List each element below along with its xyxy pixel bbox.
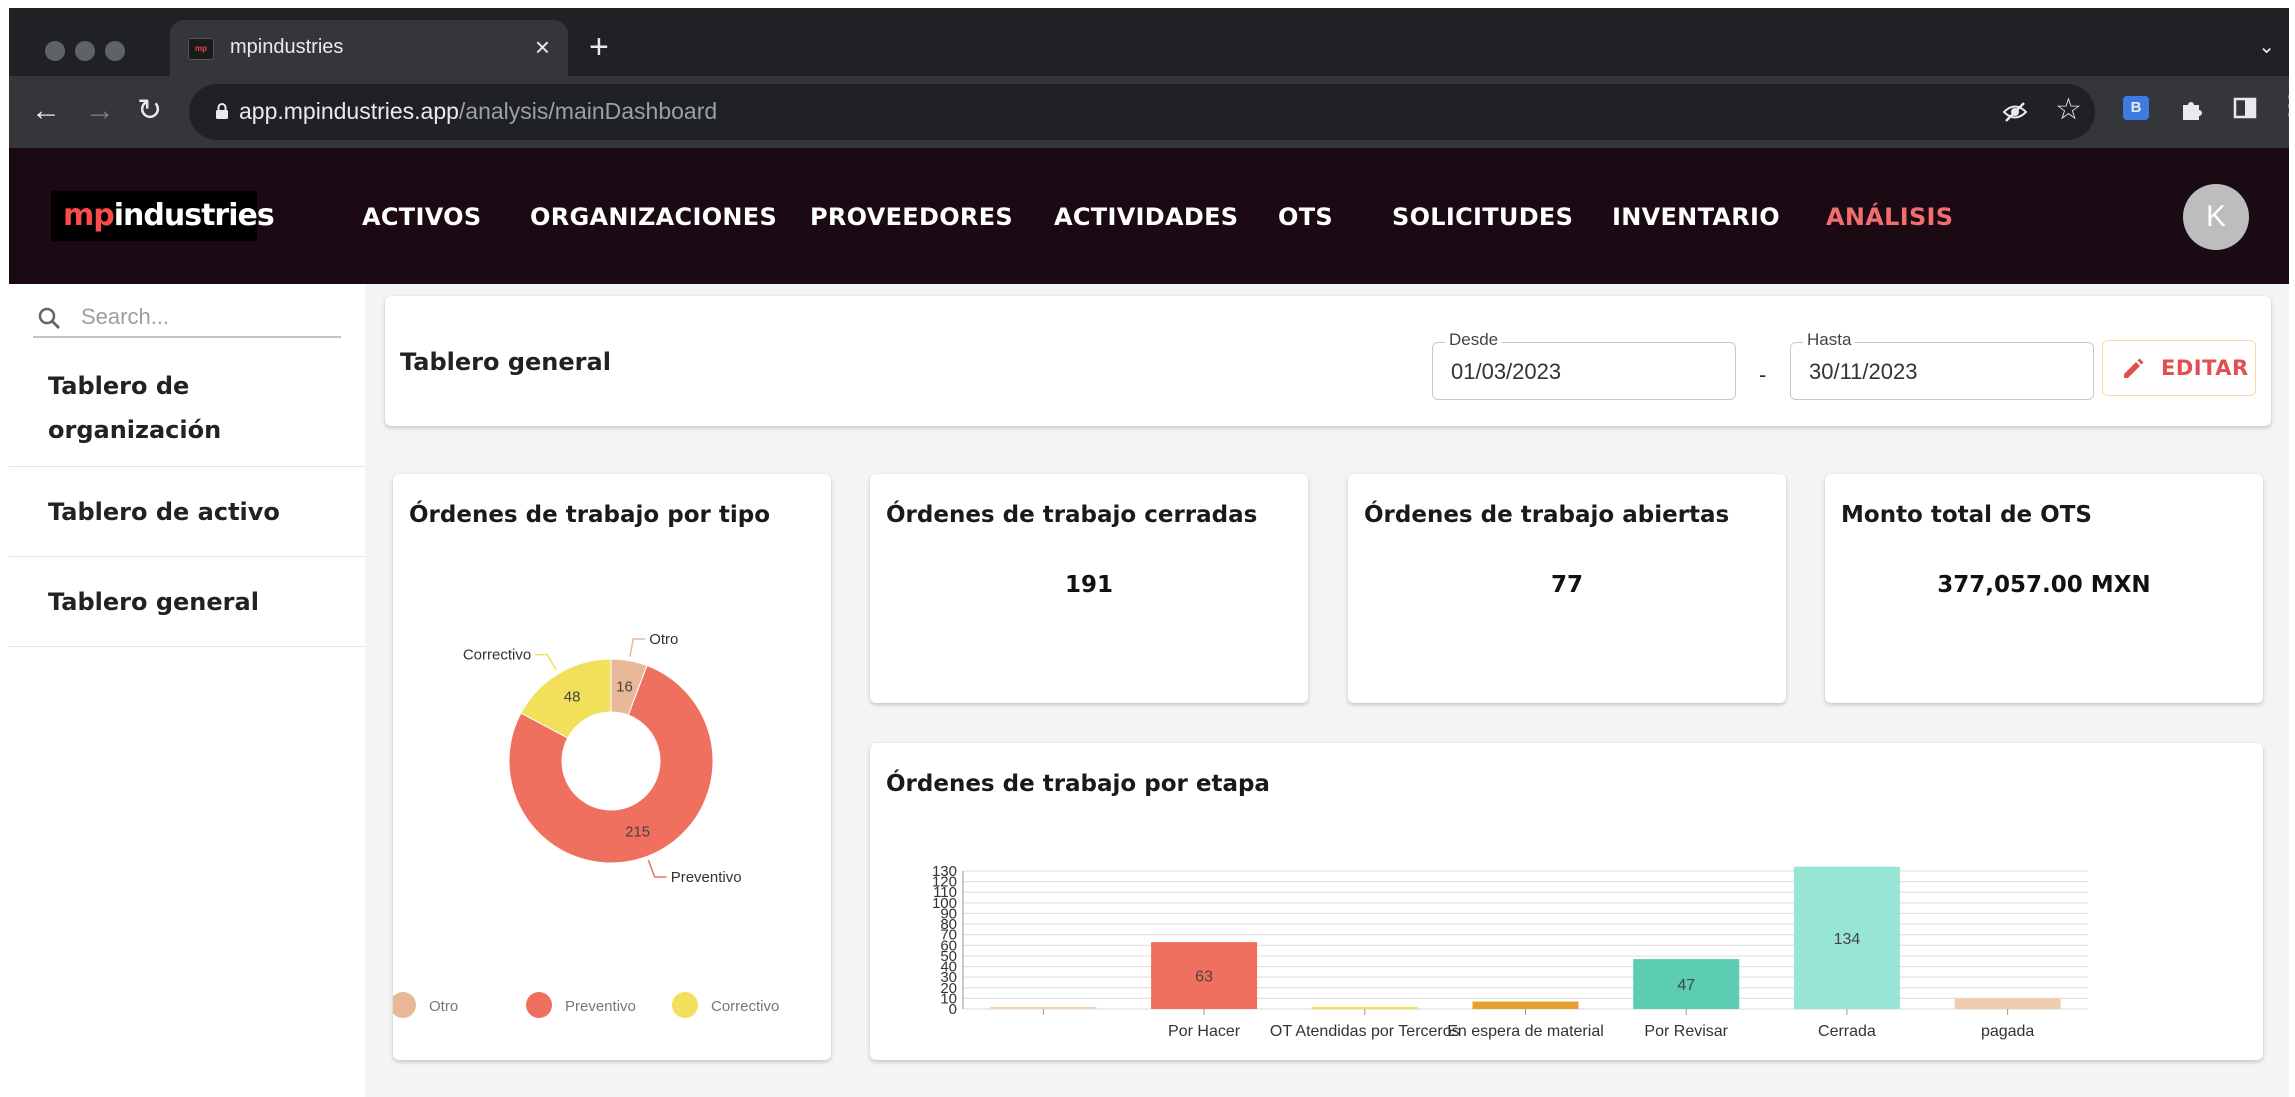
- bar[interactable]: [1472, 1001, 1579, 1009]
- pencil-icon: [2124, 358, 2144, 378]
- menu-inventario[interactable]: INVENTARIO: [1612, 203, 1780, 231]
- desde-value: 01/03/2023: [1451, 359, 1562, 384]
- pie-value-label: 16: [616, 679, 633, 696]
- favicon-icon: mp: [188, 38, 214, 60]
- date-separator: -: [1759, 362, 1767, 387]
- pie-chart: 16 Otro 215 Preventivo 48 Correctivo Otro Preve…: [393, 631, 779, 1018]
- edit-button[interactable]: EDITAR: [2102, 340, 2256, 396]
- x-tick-label: En espera de material: [1447, 1023, 1604, 1040]
- sidebar-item-label: Tablero de: [48, 372, 190, 400]
- tab-title: mpindustries: [230, 36, 344, 58]
- chart-card-por-tipo: Órdenes de trabajo por tipo 16 Otro 215 Pre…: [393, 474, 831, 1060]
- bar-value-label: 134: [1834, 931, 1861, 948]
- sidebar-item-tablero-activo[interactable]: Tablero de activo: [9, 467, 365, 557]
- pie-value-label: 215: [625, 824, 650, 841]
- window-minimize-button[interactable]: [75, 41, 95, 61]
- menu-ots[interactable]: OTS: [1278, 203, 1333, 231]
- close-tab-icon[interactable]: ×: [535, 32, 550, 63]
- brand-logo[interactable]: mpindustries: [51, 191, 275, 241]
- pie-name-label: Correctivo: [463, 647, 531, 664]
- kpi-card-cerradas: Órdenes de trabajo cerradas 191: [870, 474, 1308, 703]
- menu-actividades[interactable]: ACTIVIDADES: [1054, 203, 1238, 231]
- back-arrow-icon[interactable]: ←: [31, 94, 61, 128]
- kpi-value: 377,057.00 MXN: [1937, 572, 2151, 598]
- pie-name-label: Otro: [649, 631, 678, 648]
- menu-proveedores[interactable]: PROVEEDORES: [810, 203, 1013, 231]
- legend-label: Otro: [429, 998, 458, 1015]
- kpi-card-abiertas: Órdenes de trabajo abiertas 77: [1348, 474, 1786, 703]
- desde-label: Desde: [1445, 330, 1503, 350]
- bar-chart: 010203040506070809010011012013063Por Hac…: [932, 863, 2088, 1040]
- menu-solicitudes[interactable]: SOLICITUDES: [1392, 203, 1573, 231]
- hasta-value: 30/11/2023: [1809, 359, 1918, 384]
- sidebar: Search... Tablero de organización Tabler…: [9, 284, 365, 1097]
- pie-leader-line: [535, 653, 558, 671]
- user-avatar[interactable]: K: [2183, 184, 2249, 250]
- x-tick-label: Por Hacer: [1168, 1023, 1241, 1040]
- kpi-value: 77: [1550, 572, 1583, 598]
- url-text: app.mpindustries.app/analysis/mainDashbo…: [239, 98, 718, 124]
- sidebar-item-label: Tablero general: [48, 588, 259, 616]
- kpi-value: 191: [1064, 572, 1113, 598]
- chart-card-por-etapa: Órdenes de trabajo por etapa 0 10 20 30 40 50…: [870, 743, 2263, 1060]
- search-placeholder: Search...: [81, 304, 170, 329]
- legend-marker: [393, 992, 416, 1018]
- legend-label: Preventivo: [565, 998, 636, 1015]
- bookmark-star-icon[interactable]: ☆: [2055, 92, 2082, 127]
- new-tab-icon[interactable]: +: [589, 30, 609, 64]
- menu-analisis[interactable]: ANÁLISIS: [1826, 203, 1953, 231]
- y-tick-label: 130: [932, 863, 957, 880]
- legend-marker: [672, 992, 698, 1018]
- menu-activos[interactable]: ACTIVOS: [362, 203, 481, 231]
- browser-toolbar: ← → ↻ app.mpindustries.app/analysis/main…: [9, 76, 2295, 148]
- x-tick-label: Por Revisar: [1644, 1023, 1728, 1040]
- pie-value-label: 48: [564, 688, 581, 705]
- search-icon: [38, 307, 60, 329]
- edit-button-label: EDITAR: [2161, 356, 2249, 380]
- browser-tab[interactable]: mp mpindustries ×: [170, 20, 568, 76]
- x-tick-label: pagada: [1981, 1023, 2034, 1040]
- forward-arrow-icon[interactable]: →: [85, 94, 115, 128]
- kpi-card-monto: Monto total de OTS 377,057.00 MXN: [1825, 474, 2263, 703]
- bar[interactable]: [990, 1006, 1097, 1009]
- hasta-date-field[interactable]: Hasta 30/11/2023: [1790, 330, 2094, 400]
- kpi-title: Monto total de OTS: [1841, 502, 2092, 528]
- legend-marker: [526, 992, 552, 1018]
- sidebar-search[interactable]: Search...: [33, 298, 341, 338]
- menu-organizaciones[interactable]: ORGANIZACIONES: [530, 203, 777, 231]
- desde-date-field[interactable]: Desde 01/03/2023: [1432, 330, 1736, 400]
- x-tick-label: Cerrada: [1818, 1023, 1876, 1040]
- bar-value-label: 63: [1195, 969, 1213, 986]
- window-maximize-button[interactable]: [105, 41, 125, 61]
- pie-name-label: Preventivo: [671, 869, 742, 886]
- kpi-title: Órdenes de trabajo cerradas: [886, 502, 1258, 528]
- x-tick-label: OT Atendidas por Terceros: [1270, 1023, 1460, 1040]
- bar-value-label: 47: [1677, 977, 1695, 994]
- reload-icon[interactable]: ↻: [137, 94, 162, 128]
- app-header: mpindustries ACTIVOS ORGANIZACIONES PROV…: [9, 148, 2289, 284]
- sidebar-item-label: Tablero de activo: [48, 498, 280, 526]
- sidebar-item-tablero-organizacion[interactable]: Tablero de organización: [9, 352, 365, 467]
- browser-tab-bar: mp mpindustries × + ⌄: [9, 8, 2289, 76]
- pie-leader-line: [629, 638, 646, 657]
- main-content: Tablero general Desde 01/03/2023 - Hasta…: [365, 284, 2289, 1097]
- hasta-label: Hasta: [1803, 330, 1856, 350]
- sidebar-item-tablero-general[interactable]: Tablero general: [9, 557, 365, 647]
- legend-label: Correctivo: [711, 998, 779, 1015]
- lock-icon: [216, 103, 228, 119]
- eye-off-icon[interactable]: [2002, 100, 2028, 124]
- pie-leader-line: [647, 859, 667, 878]
- window-close-button[interactable]: [45, 41, 65, 61]
- dashboard-header-card: Tablero general Desde 01/03/2023 - Hasta…: [385, 296, 2271, 426]
- bar[interactable]: [1954, 998, 2061, 1009]
- page-title: Tablero general: [400, 348, 611, 376]
- kpi-title: Órdenes de trabajo abiertas: [1364, 502, 1730, 528]
- address-bar[interactable]: app.mpindustries.app/analysis/mainDashbo…: [189, 84, 2095, 140]
- extension-translate-icon[interactable]: B: [2123, 96, 2149, 120]
- bar[interactable]: [1311, 1006, 1418, 1009]
- tab-search-chevron-icon[interactable]: ⌄: [2258, 34, 2275, 59]
- sidebar-item-label: organización: [48, 416, 222, 444]
- extensions-puzzle-icon[interactable]: [2179, 96, 2205, 122]
- side-panel-icon[interactable]: [2233, 96, 2257, 120]
